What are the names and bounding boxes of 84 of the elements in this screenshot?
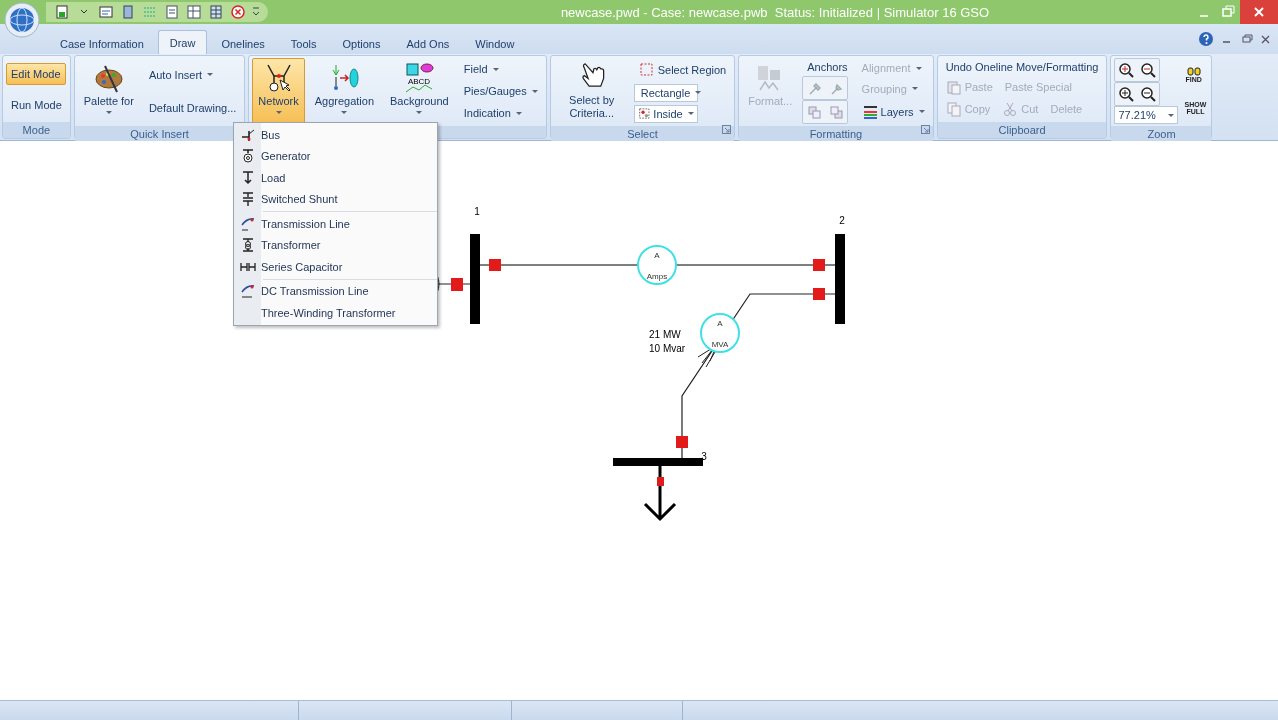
ribbon-tab[interactable]: Window [463, 32, 527, 54]
help-icon[interactable] [1198, 31, 1214, 47]
breaker [813, 288, 825, 300]
zoom-out-icon [1140, 86, 1157, 102]
spreadsheet-icon[interactable] [208, 4, 224, 20]
ribbon-button[interactable]: Auto Insert [143, 65, 219, 84]
ribbon-button[interactable]: Default Drawing... [143, 98, 242, 117]
breaker [813, 259, 825, 271]
menu-item[interactable]: DC Transmission Line [234, 280, 437, 302]
breaker [676, 436, 688, 448]
ribbon-tab[interactable]: Onelines [209, 32, 277, 54]
region-select-icon [638, 62, 655, 79]
gauge-label: A [717, 319, 723, 328]
bus-number: 2 [839, 215, 845, 226]
copy-icon [945, 101, 962, 117]
ribbon-tab[interactable]: Case Information [48, 32, 156, 54]
launcher-icon[interactable] [920, 125, 930, 134]
zoom-in-icon [1118, 86, 1135, 102]
flow-value: 21 MW [649, 329, 681, 340]
menu-item[interactable]: Transformer [234, 234, 437, 256]
ribbon-button[interactable]: Network [252, 58, 305, 124]
page-icon[interactable] [164, 4, 180, 20]
ribbon-button[interactable]: Pies/Gauges [458, 82, 543, 100]
layers-icon [861, 103, 878, 120]
ribbon-button[interactable]: Indication [458, 104, 527, 122]
flow-gauge [637, 245, 677, 285]
send-back-icon [828, 104, 845, 120]
gauge-label: Amps [646, 272, 668, 281]
mode-button[interactable]: Run Mode [6, 93, 67, 116]
window-title: newcase.pwd - Case: newcase.pwb Status: Initialized | Simulator 16 GSO [559, 4, 991, 20]
breaker [451, 278, 463, 291]
transmission-line-icon [239, 215, 256, 232]
ribbon-button[interactable]: Undo Oneline Move/Formatting [940, 58, 1104, 76]
menu-item[interactable]: Three-Winding Transformer [234, 302, 437, 324]
zoom-area-icon [1140, 62, 1157, 78]
binoculars-icon [1185, 67, 1202, 76]
load-arrow [643, 464, 677, 522]
mode-button[interactable]: Edit Mode [6, 62, 66, 85]
inside-select-icon [637, 106, 651, 122]
ribbon-button[interactable]: Select by Criteria... [553, 58, 630, 124]
file-icon[interactable] [120, 4, 136, 20]
scissors-icon [1002, 101, 1019, 117]
ribbon-button[interactable]: Anchors [802, 58, 853, 76]
menu-item[interactable]: Series Capacitor [234, 256, 437, 278]
menu-item[interactable]: Generator [234, 145, 437, 167]
dropdown-field[interactable]: 77.21% [1114, 106, 1179, 124]
table-icon[interactable] [186, 4, 202, 20]
paste-icon [945, 79, 962, 95]
ribbon-tab[interactable]: Draw [157, 30, 208, 54]
icon-caption: ABCD [408, 77, 431, 86]
group-label: Zoom [1111, 126, 1212, 142]
close-icon[interactable] [230, 4, 246, 20]
flow-gauge [700, 313, 740, 353]
bring-front-icon [806, 104, 823, 120]
breaker [657, 477, 664, 486]
ribbon-button[interactable]: ABCD Background [384, 58, 455, 124]
dc-line-icon [239, 283, 256, 300]
group-label: Clipboard [937, 122, 1107, 138]
ribbon-button[interactable]: Layers [856, 100, 930, 123]
menu-item[interactable]: Switched Shunt [234, 188, 437, 210]
dropdown-field[interactable]: Rectangle [633, 84, 698, 102]
ribbon-tab[interactable]: Tools [278, 32, 329, 54]
breaker [489, 259, 501, 271]
restore-icon[interactable] [1240, 32, 1254, 46]
group-label: Mode [3, 122, 70, 138]
save-icon[interactable] [54, 4, 70, 20]
ribbon-tab[interactable]: Options [330, 32, 393, 54]
ribbon-button[interactable]: Field [458, 60, 504, 78]
ribbon-button[interactable]: Select Region [633, 59, 732, 82]
ribbon-button[interactable]: Palette for [77, 58, 140, 124]
menu-item[interactable]: Transmission Line [234, 213, 437, 235]
close-icon[interactable] [1240, 0, 1278, 24]
gauge-label: A [654, 251, 660, 260]
zoom-area-icon [1118, 62, 1135, 78]
document-icon[interactable] [98, 4, 114, 20]
dropdown-field[interactable]: Inside [633, 104, 698, 123]
gauge-label: MVA [711, 340, 729, 349]
launcher-icon[interactable] [722, 125, 732, 134]
ribbon-tab[interactable]: Add Ons [394, 32, 462, 54]
flow-value: 10 Mvar [649, 343, 686, 354]
menu-item[interactable]: Load [234, 167, 437, 189]
group-label: Select [550, 126, 735, 142]
bus-number: 1 [474, 206, 480, 217]
group-label: Formatting [739, 126, 933, 142]
